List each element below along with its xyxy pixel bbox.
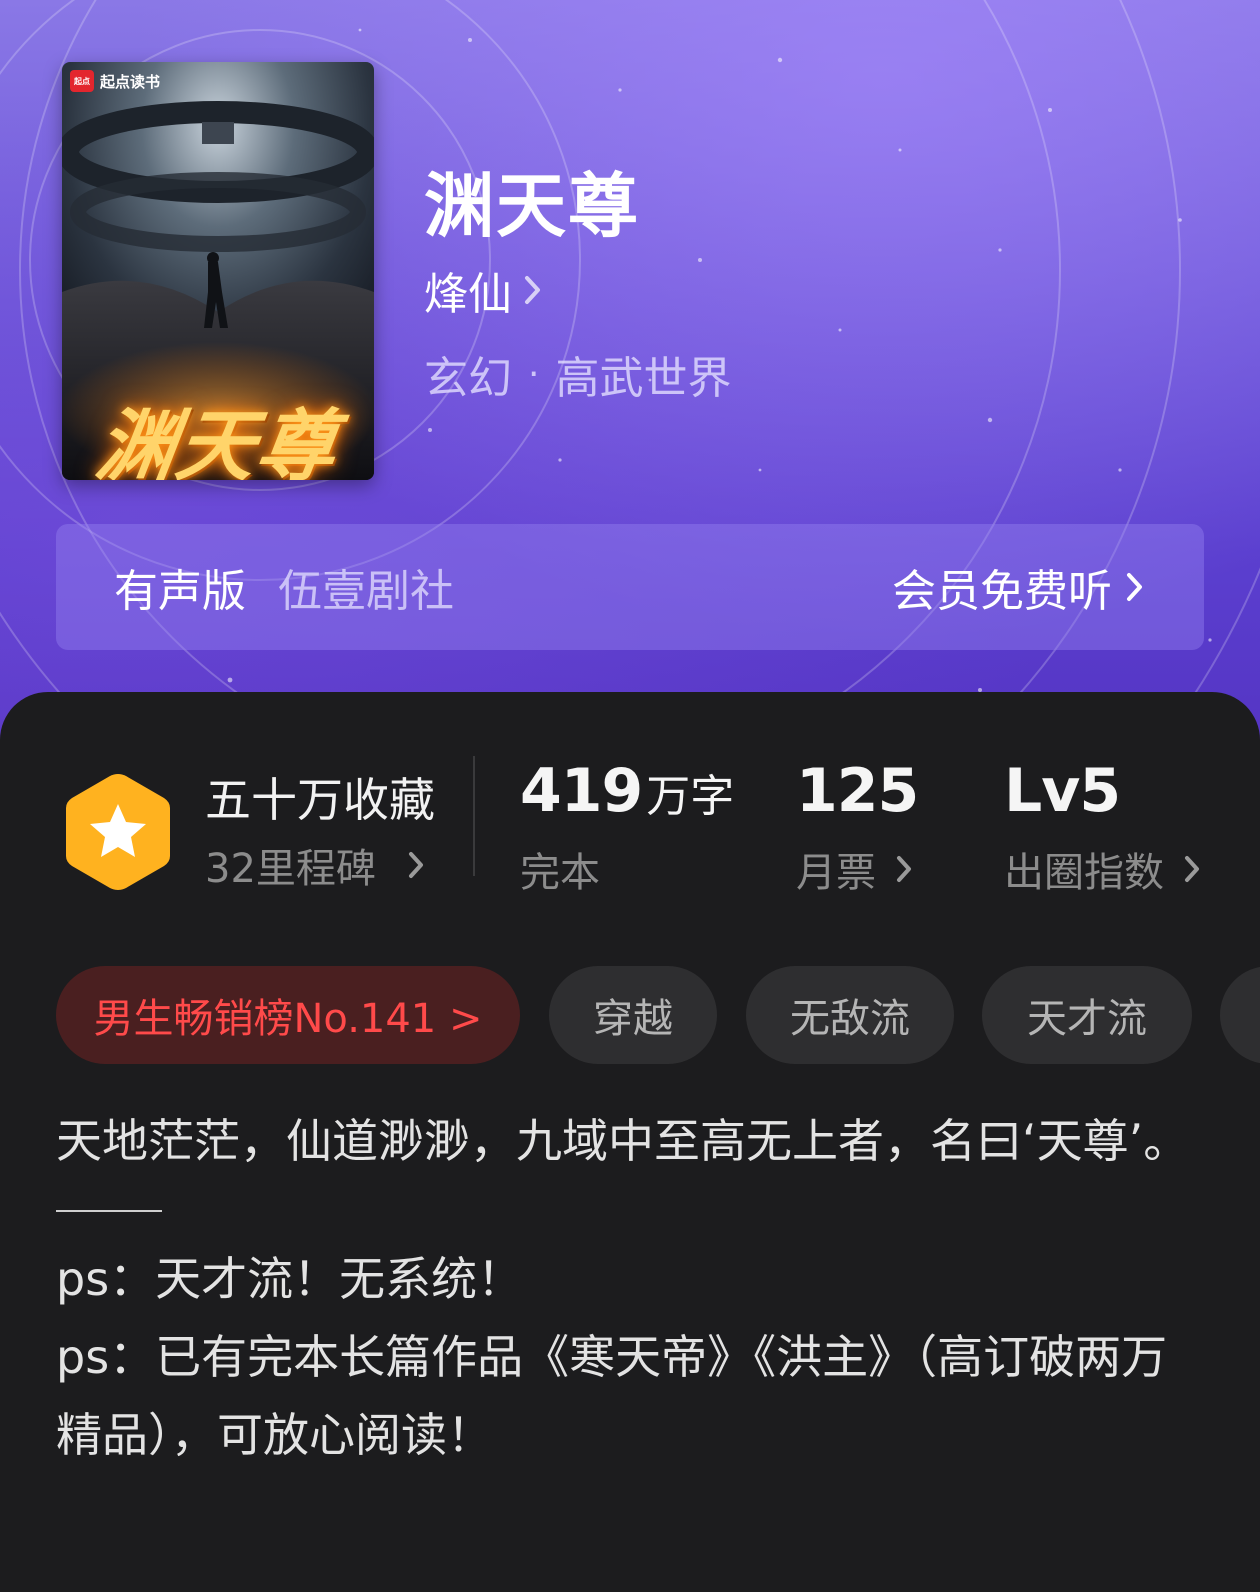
chevron-right-icon: [1185, 856, 1199, 882]
popularity-index-label: 出圈指数: [1004, 850, 1164, 896]
tag-chuanyue[interactable]: 穿越: [549, 966, 717, 1064]
description-divider: [56, 1210, 162, 1212]
completion-status: 完本: [520, 850, 600, 896]
stats-divider: [473, 756, 475, 876]
word-count-value: 419: [520, 756, 643, 826]
tag-row: 男生畅销榜No.141 > 穿越 无敌流 天才流: [56, 966, 1260, 1066]
monthly-ticket-stat[interactable]: 125 月票: [796, 756, 919, 898]
author-link[interactable]: 烽仙: [424, 258, 544, 322]
monthly-ticket-value: 125: [796, 756, 919, 826]
popularity-index-value: Lv5: [1004, 756, 1121, 826]
book-header: 起点 起点读书 渊天尊 烽仙著 渊天尊 烽仙 玄幻 · 高武世界 有声版 伍壹剧…: [0, 0, 1260, 740]
member-free-listen-button[interactable]: 会员免费听: [892, 555, 1146, 619]
book-title: 渊天尊: [424, 164, 640, 247]
genre-row: 玄幻 · 高武世界: [424, 342, 731, 406]
genre: 玄幻: [424, 353, 512, 404]
tag-tiancailiu[interactable]: 天才流: [982, 966, 1192, 1064]
qidian-logo: 起点: [70, 70, 94, 92]
description-intro: 天地茫茫，仙道渺渺，九域中至高无上者，名曰‘天尊’。: [56, 1114, 1190, 1168]
cover-title: 渊天尊: [90, 401, 344, 480]
author-name: 烽仙: [424, 269, 512, 320]
description-ps-2: ps：已有完本长篇作品《寒天帝》《洪主》（高订破两万精品），可放心阅读！: [56, 1330, 1168, 1462]
tag-more[interactable]: [1220, 966, 1260, 1064]
monthly-ticket-label: 月票: [796, 850, 876, 896]
cover-brand: 起点 起点读书: [70, 70, 160, 92]
book-description: 天地茫茫，仙道渺渺，九域中至高无上者，名曰‘天尊’。 ps：天才流！无系统！ p…: [56, 1102, 1206, 1474]
audio-studio: 伍壹剧社: [278, 566, 454, 617]
subgenre: 高武世界: [555, 353, 732, 404]
word-count-unit: 万字: [646, 771, 735, 822]
chevron-right-icon: [1127, 573, 1142, 601]
audio-label: 有声版: [114, 566, 246, 617]
tag-bestseller-rank[interactable]: 男生畅销榜No.141 >: [56, 966, 520, 1064]
cover-brand-text: 起点读书: [100, 72, 161, 91]
star-hexagon-icon: [66, 774, 170, 890]
popularity-index-stat[interactable]: Lv5 出圈指数: [1004, 756, 1202, 898]
stats-row: 五十万收藏 32里程碑 419 万字 完本 125 月票 Lv5 出圈指数: [0, 692, 1260, 922]
audio-version-bar[interactable]: 有声版 伍壹剧社 会员免费听: [56, 524, 1204, 650]
tag-wudiliu[interactable]: 无敌流: [746, 966, 954, 1064]
chevron-right-icon: [897, 856, 911, 882]
book-cover[interactable]: 起点 起点读书 渊天尊 烽仙著: [62, 62, 374, 480]
genre-separator: ·: [528, 353, 540, 395]
book-info-panel: 五十万收藏 32里程碑 419 万字 完本 125 月票 Lv5 出圈指数 男生…: [0, 692, 1260, 1592]
milestones-link[interactable]: 32里程碑: [205, 836, 426, 894]
chevron-right-icon: [408, 852, 423, 878]
description-ps-1: ps：天才流！无系统！: [56, 1252, 524, 1306]
chevron-right-icon: [525, 276, 540, 304]
word-count-stat: 419 万字 完本: [520, 756, 734, 898]
collection-milestone-title: 五十万收藏: [205, 773, 435, 827]
